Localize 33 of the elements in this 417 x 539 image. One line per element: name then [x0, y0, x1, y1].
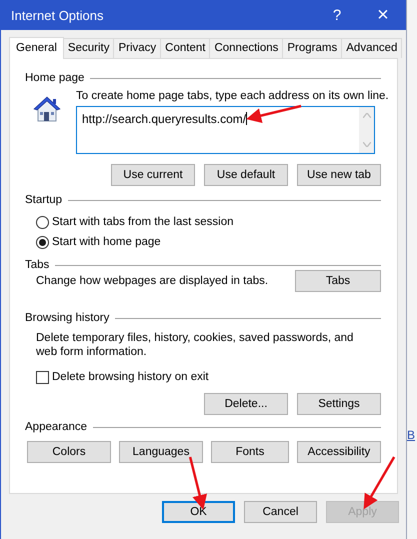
tab[interactable]: General [9, 37, 64, 59]
home-page-button[interactable]: Use default [204, 164, 288, 186]
appearance-button[interactable]: Colors [27, 441, 111, 463]
tabs-description: Change how webpages are displayed in tabs. [36, 275, 268, 287]
checkbox-label[interactable]: Delete browsing history on exit [52, 371, 209, 383]
instruction-text: To create home page tabs, type each address on its own line. [76, 90, 389, 102]
history-button[interactable]: Delete... [204, 393, 288, 415]
section-heading: Home page [25, 72, 84, 84]
history-button[interactable]: Settings [297, 393, 381, 415]
section-heading: Startup [25, 194, 62, 206]
appearance-button[interactable]: Accessibility [297, 441, 381, 463]
section-heading: Appearance [25, 421, 88, 433]
appearance-button[interactable]: Fonts [211, 441, 289, 463]
history-description: Delete temporary files, history, cookies, saved passwords, and web form information. [36, 331, 354, 359]
radio-label[interactable]: Start with home page [52, 236, 161, 248]
home-page-button[interactable]: Use new tab [297, 164, 381, 186]
appearance-button[interactable]: Languages [119, 441, 203, 463]
radio-button[interactable] [36, 216, 49, 228]
window-title: Internet Options [11, 8, 104, 22]
home-page-button[interactable]: Use current [111, 164, 195, 186]
radio-button[interactable] [36, 236, 49, 248]
help-button[interactable]: ? [314, 6, 360, 24]
close-button[interactable]: × [360, 4, 406, 26]
ok-button[interactable]: OK [162, 501, 235, 523]
checkbox[interactable] [36, 370, 49, 384]
background-link-text[interactable]: B [407, 428, 416, 442]
house-icon [32, 96, 62, 122]
tabs-button[interactable]: Tabs [295, 270, 381, 292]
tab[interactable]: Advanced [341, 38, 402, 58]
radio-label[interactable]: Start with tabs from the last session [52, 216, 234, 228]
section-heading: Tabs [25, 259, 50, 271]
section-heading: Browsing history [25, 312, 110, 324]
cancel-button[interactable]: Cancel [244, 501, 317, 523]
